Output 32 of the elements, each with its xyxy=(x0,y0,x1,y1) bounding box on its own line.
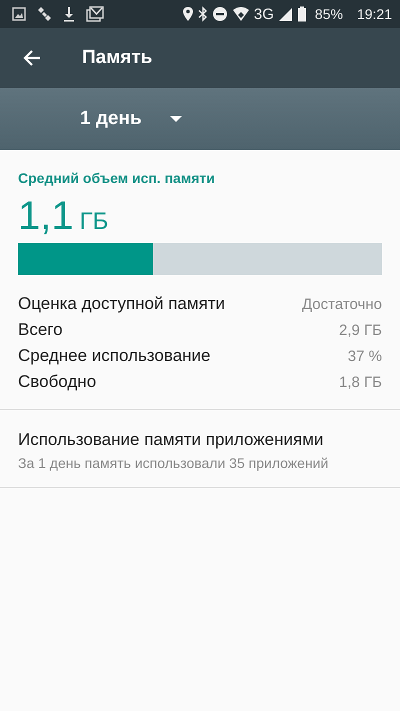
battery-percent: 85% xyxy=(314,6,343,22)
clock: 19:21 xyxy=(356,6,392,22)
period-dropdown[interactable]: 1 день xyxy=(80,108,182,130)
stat-label: Оценка доступной памяти xyxy=(18,294,226,314)
memory-unit: ГБ xyxy=(80,208,108,236)
stat-value: 1,8 ГБ xyxy=(339,374,382,390)
screen-title: Память xyxy=(82,47,152,69)
stat-value: Достаточно xyxy=(302,296,382,312)
app-memory-usage-item[interactable]: Использование памяти приложениями За 1 день память использовали 35 приложений xyxy=(0,410,400,488)
stat-value: 2,9 ГБ xyxy=(339,322,382,338)
image-icon xyxy=(12,7,26,21)
location-icon xyxy=(182,6,194,22)
download-icon xyxy=(62,6,76,22)
item-subtitle: За 1 день память использовали 35 приложений xyxy=(18,455,330,471)
item-title: Использование памяти приложениями xyxy=(18,430,324,450)
wifi-icon xyxy=(232,6,250,22)
section-heading: Средний объем исп. памяти xyxy=(18,170,216,186)
network-type: 3G xyxy=(254,6,274,22)
stat-value: 37 % xyxy=(348,348,382,364)
stat-label: Всего xyxy=(18,320,63,340)
back-button[interactable] xyxy=(22,48,42,68)
mail-icon xyxy=(86,6,104,22)
dropdown-caret-icon xyxy=(170,116,182,122)
stat-label: Свободно xyxy=(18,372,96,392)
back-arrow-icon xyxy=(23,49,41,67)
bluetooth-icon xyxy=(198,6,208,22)
signal-icon xyxy=(278,6,293,22)
stat-label: Среднее использование xyxy=(18,346,211,366)
do-not-disturb-icon xyxy=(212,6,228,22)
battery-icon xyxy=(296,6,307,22)
memory-amount: 1,1 xyxy=(18,194,74,239)
satellite-icon xyxy=(36,6,52,22)
